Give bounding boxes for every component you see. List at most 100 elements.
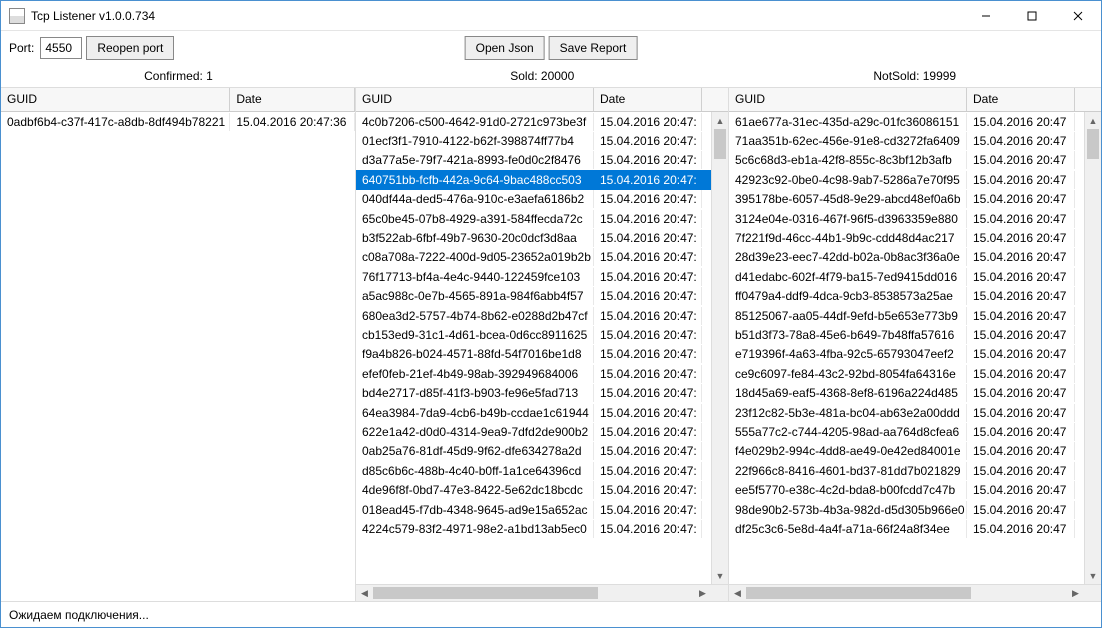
cell-date: 15.04.2016 20:47 bbox=[967, 248, 1075, 266]
table-row[interactable]: 22f966c8-8416-4601-bd37-81dd7b02182915.0… bbox=[729, 461, 1084, 480]
table-row[interactable]: 5c6c68d3-eb1a-42f8-855c-8c3bf12b3afb15.0… bbox=[729, 151, 1084, 170]
table-row[interactable]: 555a77c2-c744-4205-98ad-aa764d8cfea615.0… bbox=[729, 422, 1084, 441]
cell-guid: df25c3c6-5e8d-4a4f-a71a-66f24a8f34ee bbox=[729, 520, 967, 538]
table-row[interactable]: ee5f5770-e38c-4c2d-bda8-b00fcdd7c47b15.0… bbox=[729, 480, 1084, 499]
cell-date: 15.04.2016 20:47 bbox=[967, 151, 1075, 169]
table-row[interactable]: 98de90b2-573b-4b3a-982d-d5d305b966e015.0… bbox=[729, 500, 1084, 519]
table-row[interactable]: cb153ed9-31c1-4d61-bcea-0d6cc891162515.0… bbox=[356, 325, 711, 344]
table-row[interactable]: 0adbf6b4-c37f-417c-a8db-8df494b7822115.0… bbox=[1, 112, 355, 131]
table-row[interactable]: b51d3f73-78a8-45e6-b649-7b48ffa5761615.0… bbox=[729, 325, 1084, 344]
table-row[interactable]: 85125067-aa05-44df-9efd-b5e653e773b915.0… bbox=[729, 306, 1084, 325]
scroll-right-icon[interactable]: ▶ bbox=[1067, 585, 1084, 601]
cell-guid: 0ab25a76-81df-45d9-9f62-dfe634278a2d bbox=[356, 442, 594, 460]
table-row[interactable]: 23f12c82-5b3e-481a-bc04-ab63e2a00ddd15.0… bbox=[729, 403, 1084, 422]
sold-rows[interactable]: 4c0b7206-c500-4642-91d0-2721c973be3f15.0… bbox=[356, 112, 711, 584]
column-header-date[interactable]: Date bbox=[594, 88, 702, 111]
table-row[interactable]: 71aa351b-62ec-456e-91e8-cd3272fa640915.0… bbox=[729, 131, 1084, 150]
sold-hscroll[interactable]: ◀ ▶ bbox=[356, 584, 728, 601]
table-row[interactable]: 01ecf3f1-7910-4122-b62f-398874ff77b415.0… bbox=[356, 131, 711, 150]
maximize-icon bbox=[1027, 11, 1037, 21]
table-row[interactable]: efef0feb-21ef-4b49-98ab-39294968400615.0… bbox=[356, 364, 711, 383]
table-row[interactable]: 040df44a-ded5-476a-910c-e3aefa6186b215.0… bbox=[356, 190, 711, 209]
port-input[interactable] bbox=[40, 37, 82, 59]
scroll-thumb[interactable] bbox=[714, 129, 726, 159]
counts-row: Confirmed: 1 Sold: 20000 NotSold: 19999 bbox=[1, 65, 1101, 87]
table-row[interactable]: bd4e2717-d85f-41f3-b903-fe96e5fad71315.0… bbox=[356, 383, 711, 402]
table-row[interactable]: 61ae677a-31ec-435d-a29c-01fc3608615115.0… bbox=[729, 112, 1084, 131]
notsold-grid: GUID Date 61ae677a-31ec-435d-a29c-01fc36… bbox=[729, 88, 1101, 601]
minimize-icon bbox=[981, 11, 991, 21]
cell-date: 15.04.2016 20:47: bbox=[594, 248, 702, 266]
table-row[interactable]: 018ead45-f7db-4348-9645-ad9e15a652ac15.0… bbox=[356, 500, 711, 519]
table-row[interactable]: 7f221f9d-46cc-44b1-9b9c-cdd48d4ac21715.0… bbox=[729, 228, 1084, 247]
table-row[interactable]: df25c3c6-5e8d-4a4f-a71a-66f24a8f34ee15.0… bbox=[729, 519, 1084, 538]
scroll-left-icon[interactable]: ◀ bbox=[356, 585, 373, 601]
open-json-button[interactable]: Open Json bbox=[465, 36, 545, 60]
cell-date: 15.04.2016 20:47: bbox=[594, 113, 702, 131]
table-row[interactable]: 4de96f8f-0bd7-47e3-8422-5e62dc18bcdc15.0… bbox=[356, 480, 711, 499]
table-row[interactable]: a5ac988c-0e7b-4565-891a-984f6abb4f5715.0… bbox=[356, 287, 711, 306]
table-row[interactable]: b3f522ab-6fbf-49b7-9630-20c0dcf3d8aa15.0… bbox=[356, 228, 711, 247]
scroll-down-icon[interactable]: ▼ bbox=[1085, 567, 1101, 584]
confirmed-rows[interactable]: 0adbf6b4-c37f-417c-a8db-8df494b7822115.0… bbox=[1, 112, 355, 601]
table-row[interactable]: 65c0be45-07b8-4929-a391-584ffecda72c15.0… bbox=[356, 209, 711, 228]
scroll-down-icon[interactable]: ▼ bbox=[712, 567, 728, 584]
close-button[interactable] bbox=[1055, 1, 1101, 31]
maximize-button[interactable] bbox=[1009, 1, 1055, 31]
scroll-up-icon[interactable]: ▲ bbox=[1085, 112, 1101, 129]
column-header-guid[interactable]: GUID bbox=[729, 88, 967, 111]
notsold-vscroll[interactable]: ▲ ▼ bbox=[1084, 112, 1101, 584]
scroll-right-icon[interactable]: ▶ bbox=[694, 585, 711, 601]
table-row[interactable]: f9a4b826-b024-4571-88fd-54f7016be1d815.0… bbox=[356, 345, 711, 364]
notsold-hscroll[interactable]: ◀ ▶ bbox=[729, 584, 1101, 601]
minimize-button[interactable] bbox=[963, 1, 1009, 31]
reopen-port-button[interactable]: Reopen port bbox=[86, 36, 174, 60]
column-header-guid[interactable]: GUID bbox=[1, 88, 230, 111]
scroll-up-icon[interactable]: ▲ bbox=[712, 112, 728, 129]
cell-date: 15.04.2016 20:47: bbox=[594, 501, 702, 519]
table-row[interactable]: 18d45a69-eaf5-4368-8ef8-6196a224d48515.0… bbox=[729, 383, 1084, 402]
table-row[interactable]: d85c6b6c-488b-4c40-b0ff-1a1ce64396cd15.0… bbox=[356, 461, 711, 480]
table-row[interactable]: 4224c579-83f2-4971-98e2-a1bd13ab5ec015.0… bbox=[356, 519, 711, 538]
sold-vscroll[interactable]: ▲ ▼ bbox=[711, 112, 728, 584]
table-row[interactable]: e719396f-4a63-4fba-92c5-65793047eef215.0… bbox=[729, 345, 1084, 364]
table-row[interactable]: 622e1a42-d0d0-4314-9ea9-7dfd2de900b215.0… bbox=[356, 422, 711, 441]
table-row[interactable]: d3a77a5e-79f7-421a-8993-fe0d0c2f847615.0… bbox=[356, 151, 711, 170]
scroll-thumb[interactable] bbox=[746, 587, 971, 599]
cell-date: 15.04.2016 20:47 bbox=[967, 481, 1075, 499]
table-row[interactable]: 680ea3d2-5757-4b74-8b62-e0288d2b47cf15.0… bbox=[356, 306, 711, 325]
cell-date: 15.04.2016 20:47 bbox=[967, 171, 1075, 189]
notsold-rows[interactable]: 61ae677a-31ec-435d-a29c-01fc3608615115.0… bbox=[729, 112, 1084, 584]
table-row[interactable]: ce9c6097-fe84-43c2-92bd-8054fa64316e15.0… bbox=[729, 364, 1084, 383]
table-row[interactable]: 42923c92-0be0-4c98-9ab7-5286a7e70f9515.0… bbox=[729, 170, 1084, 189]
scroll-thumb[interactable] bbox=[1087, 129, 1099, 159]
status-text: Ожидаем подключения... bbox=[9, 608, 149, 622]
table-row[interactable]: 4c0b7206-c500-4642-91d0-2721c973be3f15.0… bbox=[356, 112, 711, 131]
cell-guid: 85125067-aa05-44df-9efd-b5e653e773b9 bbox=[729, 307, 967, 325]
cell-date: 15.04.2016 20:47: bbox=[594, 404, 702, 422]
column-header-date[interactable]: Date bbox=[230, 88, 355, 111]
table-row[interactable]: 0ab25a76-81df-45d9-9f62-dfe634278a2d15.0… bbox=[356, 442, 711, 461]
table-row[interactable]: c08a708a-7222-400d-9d05-23652a019b2b15.0… bbox=[356, 248, 711, 267]
cell-guid: 65c0be45-07b8-4929-a391-584ffecda72c bbox=[356, 210, 594, 228]
table-row[interactable]: d41edabc-602f-4f79-ba15-7ed9415dd01615.0… bbox=[729, 267, 1084, 286]
scroll-left-icon[interactable]: ◀ bbox=[729, 585, 746, 601]
table-row[interactable]: f4e029b2-994c-4dd8-ae49-0e42ed84001e15.0… bbox=[729, 442, 1084, 461]
confirmed-header: GUID Date bbox=[1, 88, 355, 112]
column-header-date[interactable]: Date bbox=[967, 88, 1075, 111]
cell-guid: a5ac988c-0e7b-4565-891a-984f6abb4f57 bbox=[356, 287, 594, 305]
table-row[interactable]: 64ea3984-7da9-4cb6-b49b-ccdae1c6194415.0… bbox=[356, 403, 711, 422]
table-row[interactable]: 640751bb-fcfb-442a-9c64-9bac488cc50315.0… bbox=[356, 170, 711, 189]
scroll-thumb[interactable] bbox=[373, 587, 598, 599]
table-row[interactable]: ff0479a4-ddf9-4dca-9cb3-8538573a25ae15.0… bbox=[729, 287, 1084, 306]
cell-guid: b3f522ab-6fbf-49b7-9630-20c0dcf3d8aa bbox=[356, 229, 594, 247]
column-header-guid[interactable]: GUID bbox=[356, 88, 594, 111]
table-row[interactable]: 3124e04e-0316-467f-96f5-d3963359e88015.0… bbox=[729, 209, 1084, 228]
cell-date: 15.04.2016 20:47 bbox=[967, 442, 1075, 460]
table-row[interactable]: 28d39e23-eec7-42dd-b02a-0b8ac3f36a0e15.0… bbox=[729, 248, 1084, 267]
cell-date: 15.04.2016 20:47 bbox=[967, 113, 1075, 131]
table-row[interactable]: 395178be-6057-45d8-9e29-abcd48ef0a6b15.0… bbox=[729, 190, 1084, 209]
save-report-button[interactable]: Save Report bbox=[549, 36, 638, 60]
table-row[interactable]: 76f17713-bf4a-4e4c-9440-122459fce10315.0… bbox=[356, 267, 711, 286]
window-title: Tcp Listener v1.0.0.734 bbox=[31, 9, 963, 23]
